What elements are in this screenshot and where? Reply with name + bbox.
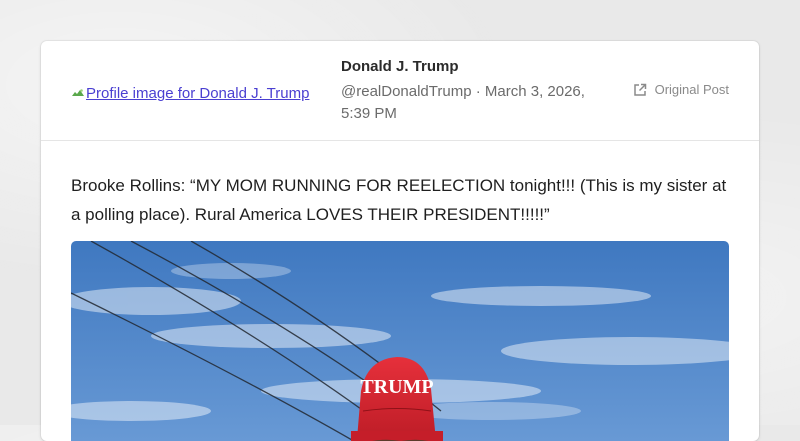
hat-text: TRUMP xyxy=(360,376,433,398)
post-image[interactable]: TRUMP xyxy=(71,241,729,441)
author-name: Donald J. Trump xyxy=(341,58,459,75)
avatar[interactable]: Profile image for Donald J. Trump xyxy=(71,83,331,103)
post-text: Brooke Rollins: “MY MOM RUNNING FOR REEL… xyxy=(71,176,727,224)
original-post-link[interactable]: Original Post xyxy=(633,82,729,97)
post-header: Profile image for Donald J. Trump Donald… xyxy=(41,41,759,141)
post-meta: @realDonaldTrump · March 3, 2026, 5:39 P… xyxy=(341,83,585,122)
broken-image-icon xyxy=(71,88,85,98)
original-post-label[interactable]: Original Post xyxy=(655,82,729,97)
avatar-alt-text[interactable]: Profile image for Donald J. Trump xyxy=(86,85,309,102)
author-block: Donald J. Trump @realDonaldTrump · March… xyxy=(341,57,611,125)
external-link-icon xyxy=(633,83,647,97)
post-card: Profile image for Donald J. Trump Donald… xyxy=(41,41,759,441)
post-image-scene: TRUMP xyxy=(71,241,729,441)
